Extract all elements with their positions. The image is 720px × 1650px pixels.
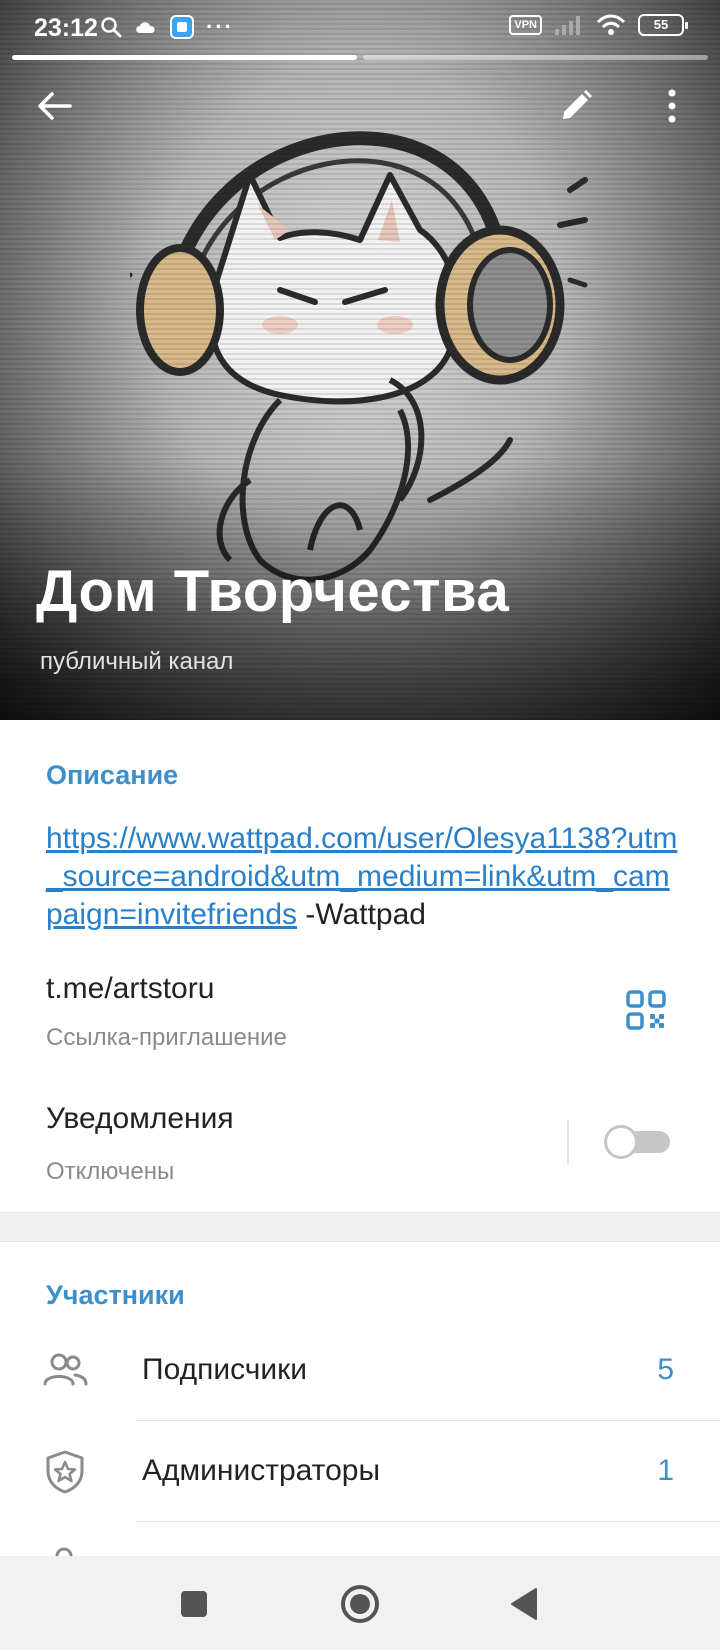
pencil-icon	[563, 90, 592, 119]
system-back-button[interactable]	[496, 1576, 552, 1632]
home-button[interactable]	[332, 1576, 388, 1632]
invite-link-label: Ссылка-приглашение	[46, 1024, 287, 1051]
notifications-status: Отключены	[46, 1158, 175, 1185]
list-item-subscribers[interactable]: Подписчики 5	[0, 1320, 720, 1420]
system-navigation-bar	[0, 1556, 720, 1650]
channel-type: публичный канал	[40, 648, 234, 675]
signal-icon	[555, 16, 580, 35]
list-item-count: 1	[657, 1454, 674, 1487]
notifications-toggle[interactable]	[604, 1125, 672, 1159]
list-item-label: Подписчики	[142, 1353, 308, 1386]
divider	[567, 1120, 569, 1164]
members-header: Участники	[46, 1280, 185, 1310]
description-text: https://www.wattpad.com/user/Olesya1138?…	[46, 820, 686, 934]
circle-icon	[341, 1585, 379, 1623]
shield-star-icon	[46, 1450, 84, 1494]
edit-button[interactable]	[550, 80, 602, 132]
invite-link[interactable]: t.me/artstoru	[46, 972, 214, 1006]
list-item-label: Администраторы	[142, 1454, 381, 1487]
vpn-badge: VPN	[509, 15, 542, 35]
app-notification-icon	[170, 15, 194, 39]
arrow-left-icon	[38, 92, 72, 120]
back-button[interactable]	[28, 80, 80, 132]
notifications-title[interactable]: Уведомления	[46, 1102, 234, 1136]
story-progress-active	[12, 55, 357, 60]
more-options-button[interactable]	[646, 80, 698, 132]
list-item-count: 5	[657, 1353, 674, 1386]
qr-code-icon[interactable]	[626, 990, 666, 1030]
story-progress-inactive	[363, 55, 708, 60]
more-vertical-icon	[668, 89, 676, 123]
description-suffix: -Wattpad	[297, 898, 426, 931]
divider	[136, 1521, 720, 1522]
square-icon	[181, 1591, 207, 1617]
battery-icon: 55	[638, 14, 688, 36]
people-icon	[43, 1353, 88, 1386]
description-header: Описание	[46, 760, 179, 790]
more-notifications-icon: ···	[206, 14, 234, 39]
status-bar: 23:12 ··· VPN 55	[0, 0, 720, 54]
search-icon	[101, 17, 122, 38]
wifi-icon	[596, 14, 626, 35]
cloud-icon	[136, 22, 155, 33]
partial-icon	[55, 1547, 73, 1556]
channel-title: Дом Творчества	[36, 559, 510, 624]
section-separator	[0, 1212, 720, 1242]
list-item-administrators[interactable]: Администраторы 1	[0, 1421, 720, 1521]
status-time: 23:12	[34, 14, 98, 42]
triangle-back-icon	[511, 1588, 537, 1620]
recents-button[interactable]	[166, 1576, 222, 1632]
battery-level: 55	[653, 17, 669, 32]
